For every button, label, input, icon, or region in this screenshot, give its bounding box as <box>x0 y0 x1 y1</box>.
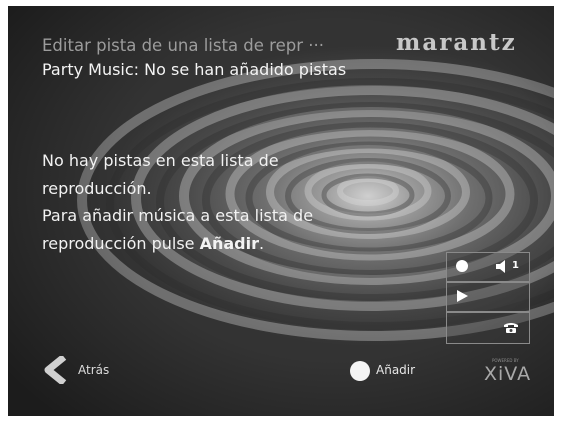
message-line: Para añadir música a esta lista de <box>42 206 314 225</box>
add-keyword: Añadir <box>199 233 260 253</box>
record-icon <box>456 260 468 272</box>
add-label: Añadir <box>376 363 416 377</box>
back-label: Atrás <box>78 363 110 377</box>
xiva-logo: XiVA <box>484 363 532 385</box>
empty-playlist-message: No hay pistas en esta lista de reproducc… <box>42 147 313 257</box>
speaker-icon <box>496 260 505 273</box>
playlist-status: Party Music: No se han añadido pistas <box>42 60 347 79</box>
message-text: reproducción pulse <box>42 233 200 253</box>
phone-icon <box>504 323 518 333</box>
back-arrow-icon <box>44 356 67 384</box>
status-panel: 1 <box>446 252 530 344</box>
play-icon <box>457 290 468 302</box>
message-line: No hay pistas en esta lista de <box>42 151 279 170</box>
message-text: . <box>259 233 265 253</box>
screen-title: Editar pista de una lista de repr ··· <box>42 36 324 55</box>
screen: Editar pista de una lista de repr ··· ma… <box>8 6 554 416</box>
marantz-logo: marantz <box>396 29 517 56</box>
message-line: reproducción pulse Añadir. <box>42 230 313 258</box>
volume-zone-number: 1 <box>512 260 519 271</box>
add-circle-icon <box>350 361 370 381</box>
message-line: reproducción. <box>42 178 152 198</box>
